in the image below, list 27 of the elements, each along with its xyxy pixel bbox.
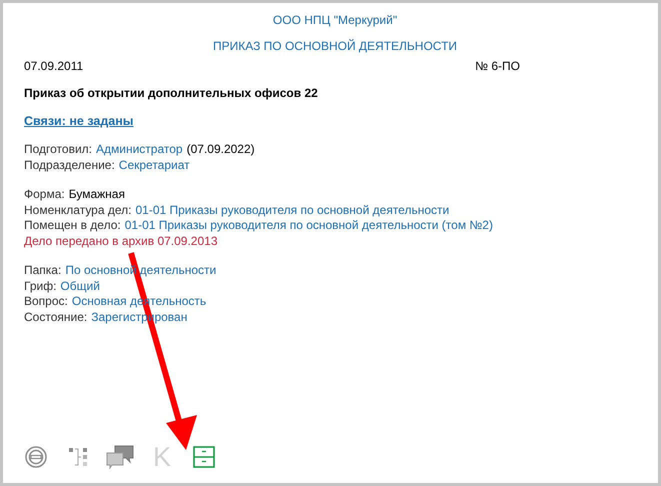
archive-notice: Дело передано в архив 07.09.2013	[24, 234, 218, 249]
field-value[interactable]: Администратор	[96, 142, 183, 158]
field-note: (07.09.2022)	[186, 142, 255, 158]
document-type: ПРИКАЗ ПО ОСНОВНОЙ ДЕЯТЕЛЬНОСТИ	[212, 39, 458, 53]
circle-icon[interactable]	[24, 445, 48, 469]
field-label: Форма:	[24, 187, 65, 202]
organization-name: ООО НПЦ "Меркурий"	[272, 13, 398, 27]
field-value[interactable]: 01-01 Приказы руководителя по основной деятельности (том №2)	[124, 218, 493, 234]
field-label: Подготовил:	[24, 142, 92, 158]
document-number: № 6-ПО	[475, 59, 520, 73]
field-label: Номенклатура дел:	[24, 202, 132, 218]
field-label: Папка:	[24, 263, 62, 278]
links-link[interactable]: Связи: не заданы	[24, 114, 134, 128]
field-label: Вопрос:	[24, 294, 68, 310]
field-value[interactable]: Секретариат	[118, 158, 190, 173]
field-value: Бумажная	[68, 187, 125, 202]
field-value[interactable]: 01-01 Приказы руководителя по основной деятельности	[135, 202, 450, 218]
document-date: 07.09.2011	[24, 59, 84, 73]
archive-icon[interactable]	[193, 446, 215, 468]
field-label: Подразделение:	[24, 158, 115, 173]
field-label: Помещен в дело:	[24, 218, 121, 234]
field-value[interactable]: Общий	[60, 278, 100, 294]
field-label: Гриф:	[24, 278, 56, 294]
chat-icon[interactable]	[106, 445, 134, 469]
field-label: Состояние:	[24, 310, 88, 325]
tree-icon[interactable]	[68, 447, 88, 467]
document-title: Приказ об открытии дополнительных офисов 22	[24, 86, 319, 100]
